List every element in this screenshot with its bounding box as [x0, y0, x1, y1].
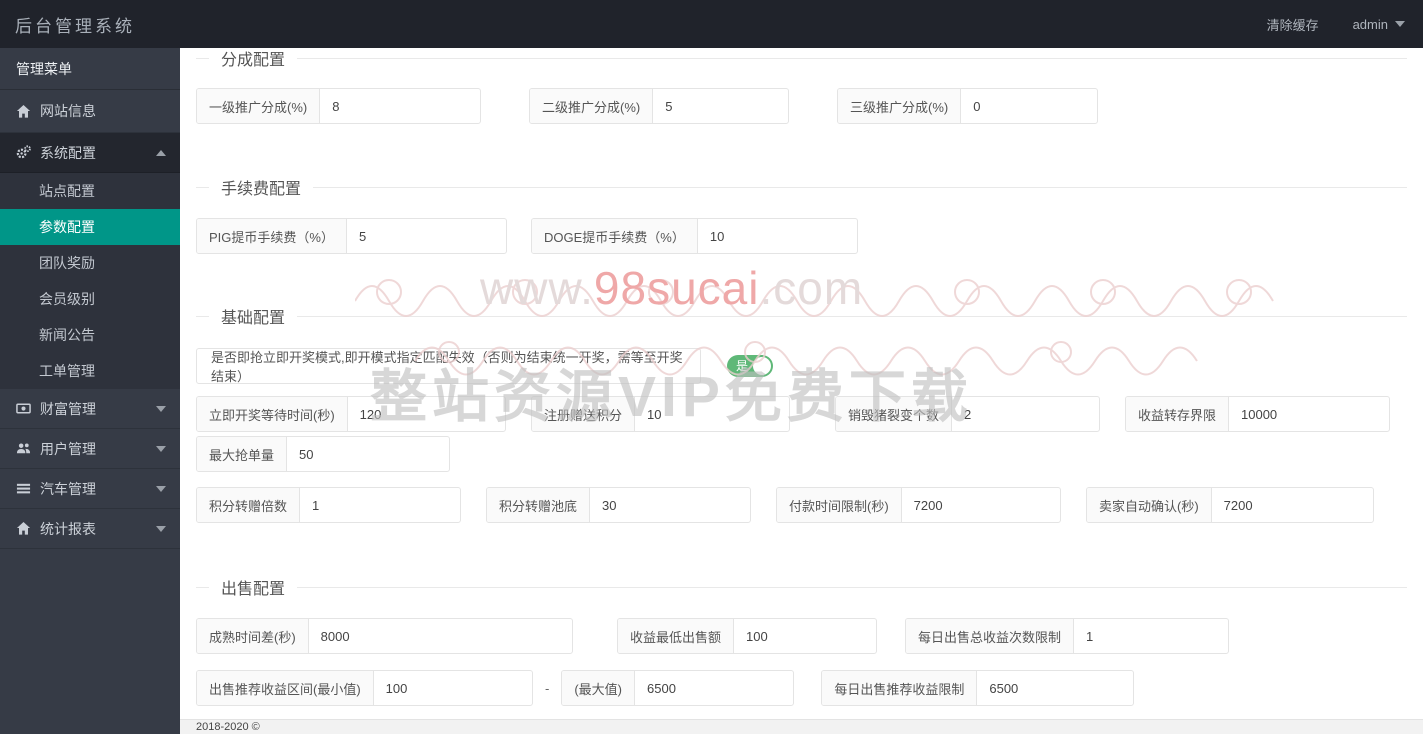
chevron-down-icon [156, 485, 166, 492]
field-recommend-min: 出售推荐收益区间(最小值) [196, 670, 533, 706]
field-points-multiple: 积分转赠倍数 [196, 487, 461, 523]
top-navbar: 后台管理系统 清除缓存 admin [0, 0, 1423, 48]
section-title: 分成配置 [221, 52, 286, 69]
range-separator: - [545, 680, 550, 696]
mature-time-input[interactable] [308, 619, 572, 653]
gears-icon [16, 145, 31, 159]
section-basic-config: 基础配置 是否即抢立即开奖模式,即开模式指定匹配失效（否则为结束统一开奖，需等至… [196, 304, 1407, 523]
sidebar-item-cars[interactable]: 汽车管理 [0, 469, 180, 509]
field-level1-share: 一级推广分成(%) [196, 88, 481, 124]
section-title: 基础配置 [221, 310, 286, 327]
field-recommend-max: (最大值) [561, 670, 795, 706]
field-mature-time: 成熟时间差(秒) [196, 618, 573, 654]
level2-share-input[interactable] [653, 89, 788, 123]
field-max-orders: 最大抢单量 [196, 436, 450, 472]
sidebar-item-system-config[interactable]: 系统配置 [0, 133, 180, 173]
chevron-down-icon [156, 525, 166, 532]
field-pay-limit: 付款时间限制(秒) [776, 487, 1061, 523]
home-icon [16, 521, 31, 535]
sidebar-subitem-site-config[interactable]: 站点配置 [0, 173, 180, 209]
level3-share-input[interactable] [961, 89, 1097, 123]
sidebar-item-wealth[interactable]: 财富管理 [0, 389, 180, 429]
instant-draw-toggle[interactable]: 是 [727, 355, 773, 377]
sidebar-subitem-news[interactable]: 新闻公告 [0, 317, 180, 353]
users-icon [16, 443, 31, 454]
field-pig-fee: PIG提币手续费（%） [196, 218, 507, 254]
pay-limit-input[interactable] [901, 488, 1060, 522]
min-sell-input[interactable] [734, 619, 876, 653]
sidebar-subitem-team-reward[interactable]: 团队奖励 [0, 245, 180, 281]
section-title: 出售配置 [221, 581, 286, 598]
sidebar-subitem-member-level[interactable]: 会员级别 [0, 281, 180, 317]
recommend-min-input[interactable] [373, 671, 532, 705]
field-min-sell: 收益最低出售额 [617, 618, 877, 654]
home-icon [16, 104, 31, 118]
instant-draw-label-box: 是否即抢立即开奖模式,即开模式指定匹配失效（否则为结束统一开奖，需等至开奖结束） [196, 348, 701, 384]
daily-sell-times-input[interactable] [1074, 619, 1228, 653]
field-draw-wait: 立即开奖等待时间(秒) [196, 396, 506, 432]
field-register-points: 注册赠送积分 [531, 396, 790, 432]
user-menu[interactable]: admin [1353, 17, 1405, 32]
section-title: 手续费配置 [221, 181, 302, 198]
sidebar-menu-header: 管理菜单 [0, 48, 180, 90]
level1-share-input[interactable] [320, 89, 480, 123]
pig-fee-input[interactable] [346, 219, 506, 253]
doge-fee-input[interactable] [697, 219, 857, 253]
field-destroy-split: 销毁猪裂变个数 [835, 396, 1100, 432]
points-multiple-input[interactable] [300, 488, 460, 522]
chevron-up-icon [156, 149, 166, 156]
sidebar-subitem-param-config[interactable]: 参数配置 [0, 209, 180, 245]
field-auto-confirm: 卖家自动确认(秒) [1086, 487, 1374, 523]
clear-cache-link[interactable]: 清除缓存 [1267, 15, 1319, 34]
system-config-submenu: 站点配置 参数配置 团队奖励 会员级别 新闻公告 工单管理 [0, 173, 180, 389]
toggle-knob [753, 357, 771, 375]
sidebar-item-users[interactable]: 用户管理 [0, 429, 180, 469]
chevron-down-icon [156, 405, 166, 412]
section-fee-config: 手续费配置 PIG提币手续费（%） DOGE提币手续费（%） [196, 175, 1407, 254]
chevron-down-icon [156, 445, 166, 452]
field-daily-recommend-limit: 每日出售推荐收益限制 [821, 670, 1135, 706]
sidebar-subitem-work-order[interactable]: 工单管理 [0, 353, 180, 389]
section-share-config: 分成配置 一级推广分成(%) 二级推广分成(%) 三级推广分成(%) [196, 48, 1407, 124]
daily-recommend-limit-input[interactable] [977, 671, 1134, 705]
sidebar-item-reports[interactable]: 统计报表 [0, 509, 180, 549]
money-icon [16, 403, 31, 414]
points-pool-input[interactable] [590, 488, 750, 522]
app-title: 后台管理系统 [15, 16, 135, 36]
draw-wait-input[interactable] [347, 397, 505, 431]
sidebar: 管理菜单 网站信息 系统配置 站点配置 参数配置 团队奖励 会员级别 新闻公告 … [0, 48, 180, 734]
destroy-split-input[interactable] [952, 397, 1099, 431]
footer-copyright: 2018-2020 © [180, 719, 1423, 734]
auto-confirm-input[interactable] [1211, 488, 1373, 522]
field-points-pool: 积分转赠池底 [486, 487, 751, 523]
field-doge-fee: DOGE提币手续费（%） [531, 218, 858, 254]
username: admin [1352, 16, 1388, 32]
income-limit-input[interactable] [1229, 397, 1389, 431]
chevron-down-icon [1395, 21, 1405, 27]
list-icon [16, 483, 31, 494]
recommend-max-input[interactable] [635, 671, 794, 705]
field-income-limit: 收益转存界限 [1125, 396, 1390, 432]
sidebar-item-website-info[interactable]: 网站信息 [0, 90, 180, 133]
section-sell-config: 出售配置 成熟时间差(秒) 收益最低出售额 每日出售总收益次数限制 出售推荐收益… [196, 575, 1407, 734]
field-level3-share: 三级推广分成(%) [837, 88, 1098, 124]
field-level2-share: 二级推广分成(%) [529, 88, 789, 124]
main-content: 分成配置 一级推广分成(%) 二级推广分成(%) 三级推广分成(%) 手续费配置… [180, 48, 1423, 734]
register-points-input[interactable] [635, 397, 789, 431]
max-orders-input[interactable] [287, 437, 449, 471]
field-daily-sell-times: 每日出售总收益次数限制 [905, 618, 1229, 654]
